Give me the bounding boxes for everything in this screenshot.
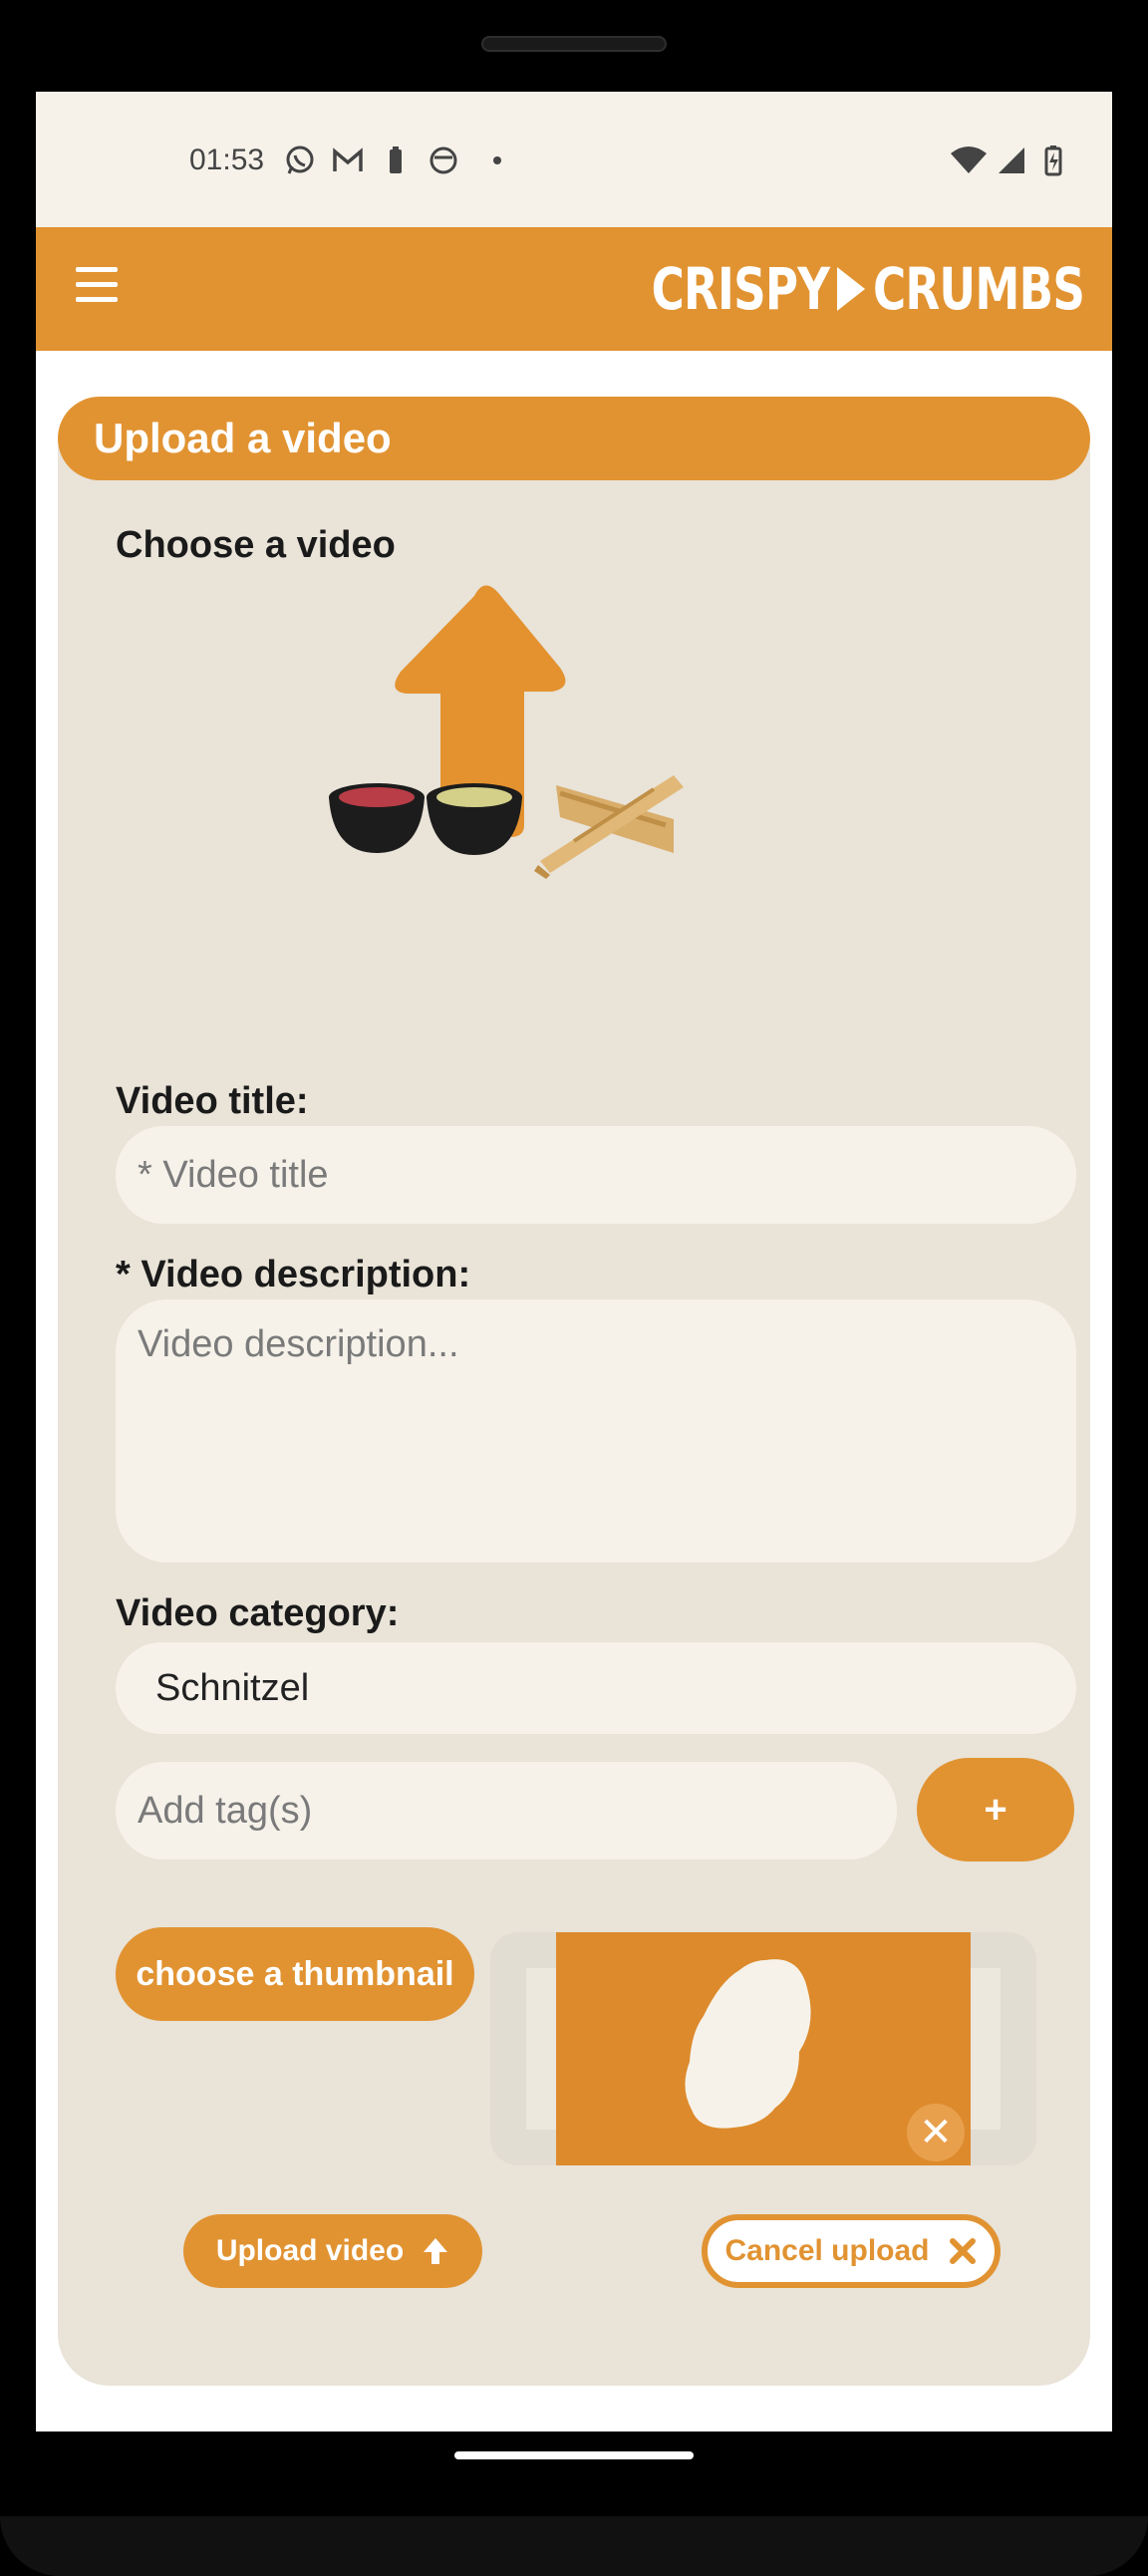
upload-card: Upload a video Choose a video Video titl… (58, 397, 1090, 2386)
video-description-label: * Video description: (116, 1254, 471, 1295)
home-gesture-handle[interactable] (454, 2451, 694, 2459)
arrow-up-icon (424, 2238, 448, 2264)
category-selected-value: Schnitzel (155, 1666, 310, 1709)
add-tag-button[interactable]: + (917, 1758, 1074, 1861)
page-title: Upload a video (94, 415, 392, 461)
upload-video-illustration[interactable] (325, 576, 793, 905)
phone-bottom-bezel (0, 2516, 1148, 2576)
status-time: 01:53 (189, 143, 265, 176)
choose-thumbnail-button[interactable]: choose a thumbnail (116, 1927, 474, 2021)
whatsapp-icon (286, 145, 314, 174)
thumbnail-preview: ✕ (490, 1932, 1036, 2165)
fries-icon (534, 775, 684, 879)
wifi-icon (951, 146, 987, 173)
app-logo: CRISPY CRUMBS (651, 255, 1084, 323)
play-icon (836, 267, 866, 311)
screen: 01:53 CRISPY CRUMBS Upload a video Choos… (36, 92, 1112, 2432)
app-face-icon (430, 146, 457, 174)
gmail-icon (333, 147, 363, 171)
sauce-bowl-green-icon (427, 783, 522, 855)
cell-signal-icon (999, 147, 1024, 173)
video-category-label: Video category: (116, 1592, 400, 1634)
video-title-input[interactable] (116, 1126, 1076, 1224)
cancel-upload-button[interactable]: Cancel upload (702, 2214, 1001, 2288)
upload-video-label: Upload video (215, 2234, 405, 2267)
logo-text-left: CRISPY (651, 255, 830, 323)
remove-thumbnail-button[interactable]: ✕ (907, 2104, 965, 2161)
video-title-label: Video title: (116, 1080, 309, 1122)
cancel-upload-label: Cancel upload (724, 2234, 930, 2267)
card-header: Upload a video (58, 397, 1090, 480)
battery-saver-icon (390, 146, 402, 173)
close-icon (949, 2238, 976, 2264)
dot-icon (493, 156, 501, 164)
tags-input[interactable] (116, 1762, 897, 1860)
video-category-select[interactable]: Schnitzel (116, 1642, 1076, 1734)
sauce-bowl-red-icon (329, 783, 425, 853)
menu-icon[interactable] (76, 267, 120, 311)
choose-video-label: Choose a video (116, 524, 396, 566)
logo-text-right: CRUMBS (872, 255, 1085, 323)
status-bar: 01:53 (36, 92, 1112, 227)
battery-charging-icon (1044, 145, 1062, 176)
speaker-grille (481, 36, 667, 52)
app-bar: CRISPY CRUMBS (36, 227, 1112, 351)
upload-video-button[interactable]: Upload video (183, 2214, 482, 2288)
video-description-textarea[interactable] (116, 1299, 1076, 1563)
